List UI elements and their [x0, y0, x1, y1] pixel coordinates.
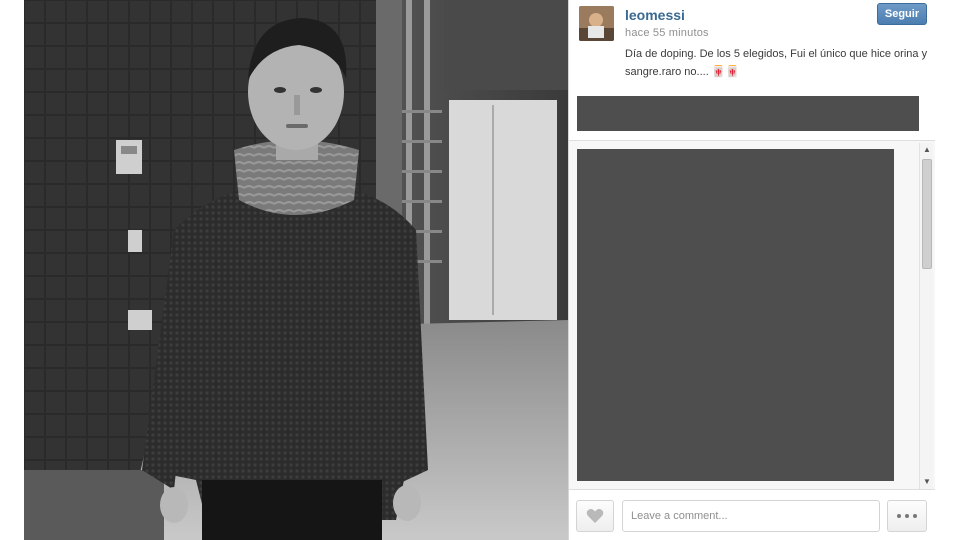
like-button[interactable] — [576, 500, 614, 532]
post-caption: Día de doping. De los 5 elegidos, Fui el… — [625, 48, 928, 78]
post-photo[interactable] — [24, 0, 568, 540]
instagram-post-viewer: leomessi hace 55 minutos Día de doping. … — [24, 0, 935, 540]
comment-footer — [569, 492, 935, 540]
more-options-button[interactable] — [887, 500, 927, 532]
post-header: leomessi hace 55 minutos Día de doping. … — [569, 0, 935, 90]
scroll-up-arrow-icon[interactable]: ▲ — [920, 143, 934, 157]
redacted-likes-bar — [577, 96, 919, 131]
scroll-thumb[interactable] — [922, 159, 932, 269]
post-details-panel: leomessi hace 55 minutos Día de doping. … — [568, 0, 935, 540]
comments-scrollbar[interactable]: ▲ ▼ — [919, 143, 933, 489]
follow-button[interactable]: Seguir — [877, 3, 927, 25]
avatar[interactable] — [579, 6, 614, 41]
username-link[interactable]: leomessi — [625, 7, 685, 23]
heart-icon — [586, 509, 604, 523]
redacted-comments-block — [577, 149, 894, 481]
scroll-down-arrow-icon[interactable]: ▼ — [920, 475, 934, 489]
post-timestamp: hace 55 minutos — [625, 27, 709, 39]
comments-list: ▲ ▼ — [569, 140, 935, 490]
more-dots-icon — [897, 514, 901, 518]
comment-input[interactable] — [622, 500, 880, 532]
